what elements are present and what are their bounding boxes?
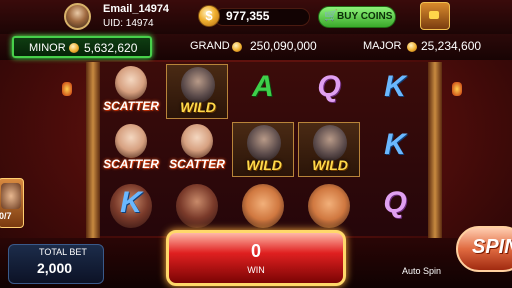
- side-feature-count: 0/7: [0, 211, 12, 221]
- buy-coins-label: BUY COINS: [337, 11, 393, 22]
- symbol-letter: Q: [383, 186, 407, 219]
- coin-icon: [232, 42, 242, 52]
- character-portrait: [115, 124, 147, 158]
- reel-cell-scatter: SCATTER: [100, 64, 162, 119]
- reel-cell-letter: A: [232, 64, 294, 119]
- total-bet-panel[interactable]: TOTAL BET 2,000: [8, 244, 104, 284]
- user-id: UID: 14974: [103, 18, 154, 29]
- user-email: Email_14974: [103, 3, 170, 15]
- symbol-label: SCATTER: [169, 157, 225, 171]
- character-portrait: [242, 184, 284, 228]
- character-portrait: [181, 67, 215, 103]
- spin-button[interactable]: SPIN: [456, 226, 512, 272]
- total-bet-label: TOTAL BET: [39, 247, 87, 257]
- reel-cell-scatter: SCATTER: [100, 122, 162, 177]
- minor-value: 5,632,620: [84, 41, 138, 55]
- top-bar: Email_14974 UID: 14974 $ 977,355 🛒 BUY C…: [0, 0, 512, 34]
- lantern-icon: [62, 82, 72, 96]
- jackpot-major: MAJOR 25,234,600: [355, 38, 505, 56]
- major-value: 25,234,600: [421, 39, 482, 53]
- symbol-letter: A: [252, 70, 274, 103]
- jackpot-grand: GRAND 250,090,000: [180, 38, 340, 56]
- win-label: WIN: [247, 265, 265, 275]
- frame-pillar-left: [86, 62, 100, 240]
- major-label: MAJOR: [363, 40, 402, 52]
- side-feature-card[interactable]: 0/7: [0, 178, 24, 228]
- total-bet-value: 2,000: [37, 260, 73, 276]
- reel-cell-general: [166, 180, 228, 235]
- character-portrait: [313, 125, 347, 161]
- reel-cell-pig: [232, 180, 294, 235]
- grand-value: 250,090,000: [250, 39, 317, 53]
- grand-label: GRAND: [190, 40, 230, 52]
- reel-cell-letter: Q: [298, 64, 360, 119]
- symbol-label: WILD: [180, 99, 216, 115]
- symbol-label: SCATTER: [103, 99, 159, 113]
- symbol-letter: K: [384, 128, 406, 161]
- symbol-letter: K: [120, 186, 142, 219]
- character-portrait: [308, 184, 350, 228]
- symbol-label: WILD: [312, 157, 348, 173]
- coin-balance: 977,355: [226, 9, 270, 23]
- win-panel: 0 WIN: [166, 230, 346, 286]
- frame-pillar-right: [428, 62, 442, 240]
- reel-cell-letter: K: [364, 122, 426, 177]
- symbol-letter: Q: [317, 70, 341, 103]
- treasure-chest-icon[interactable]: [420, 2, 450, 30]
- auto-spin-button[interactable]: Auto Spin: [402, 266, 441, 276]
- symbol-letter: K: [384, 70, 406, 103]
- lantern-icon: [452, 82, 462, 96]
- slot-game-screen: Email_14974 UID: 14974 $ 977,355 🛒 BUY C…: [0, 0, 512, 288]
- minor-label: MINOR: [29, 42, 66, 54]
- character-portrait: [1, 183, 21, 209]
- character-portrait: [176, 184, 218, 228]
- reel-cell-wild: WILD: [232, 122, 294, 177]
- reel-cell-letter: Q: [364, 180, 426, 235]
- coin-icon: $: [198, 5, 220, 27]
- reel-cell-letter: K: [364, 64, 426, 119]
- coin-icon: [407, 42, 417, 52]
- reel-cell-wild: WILD: [166, 64, 228, 119]
- character-portrait: [115, 66, 147, 100]
- reel-cell-letter: K: [100, 180, 162, 235]
- character-portrait: [181, 124, 213, 158]
- reel-cell-scatter: SCATTER: [166, 122, 228, 177]
- reel-cell-pig: [298, 180, 360, 235]
- cart-icon: 🛒: [324, 10, 338, 22]
- jackpot-minor: MINOR 5,632,620: [12, 36, 152, 58]
- symbol-label: WILD: [246, 157, 282, 173]
- coin-icon: [69, 43, 79, 53]
- reel-cell-wild: WILD: [298, 122, 360, 177]
- character-portrait: [247, 125, 281, 161]
- symbol-label: SCATTER: [103, 157, 159, 171]
- avatar[interactable]: [64, 3, 91, 30]
- win-value: 0: [250, 241, 261, 261]
- buy-coins-button[interactable]: 🛒 BUY COINS: [318, 6, 396, 28]
- spin-label: SPIN: [472, 236, 512, 258]
